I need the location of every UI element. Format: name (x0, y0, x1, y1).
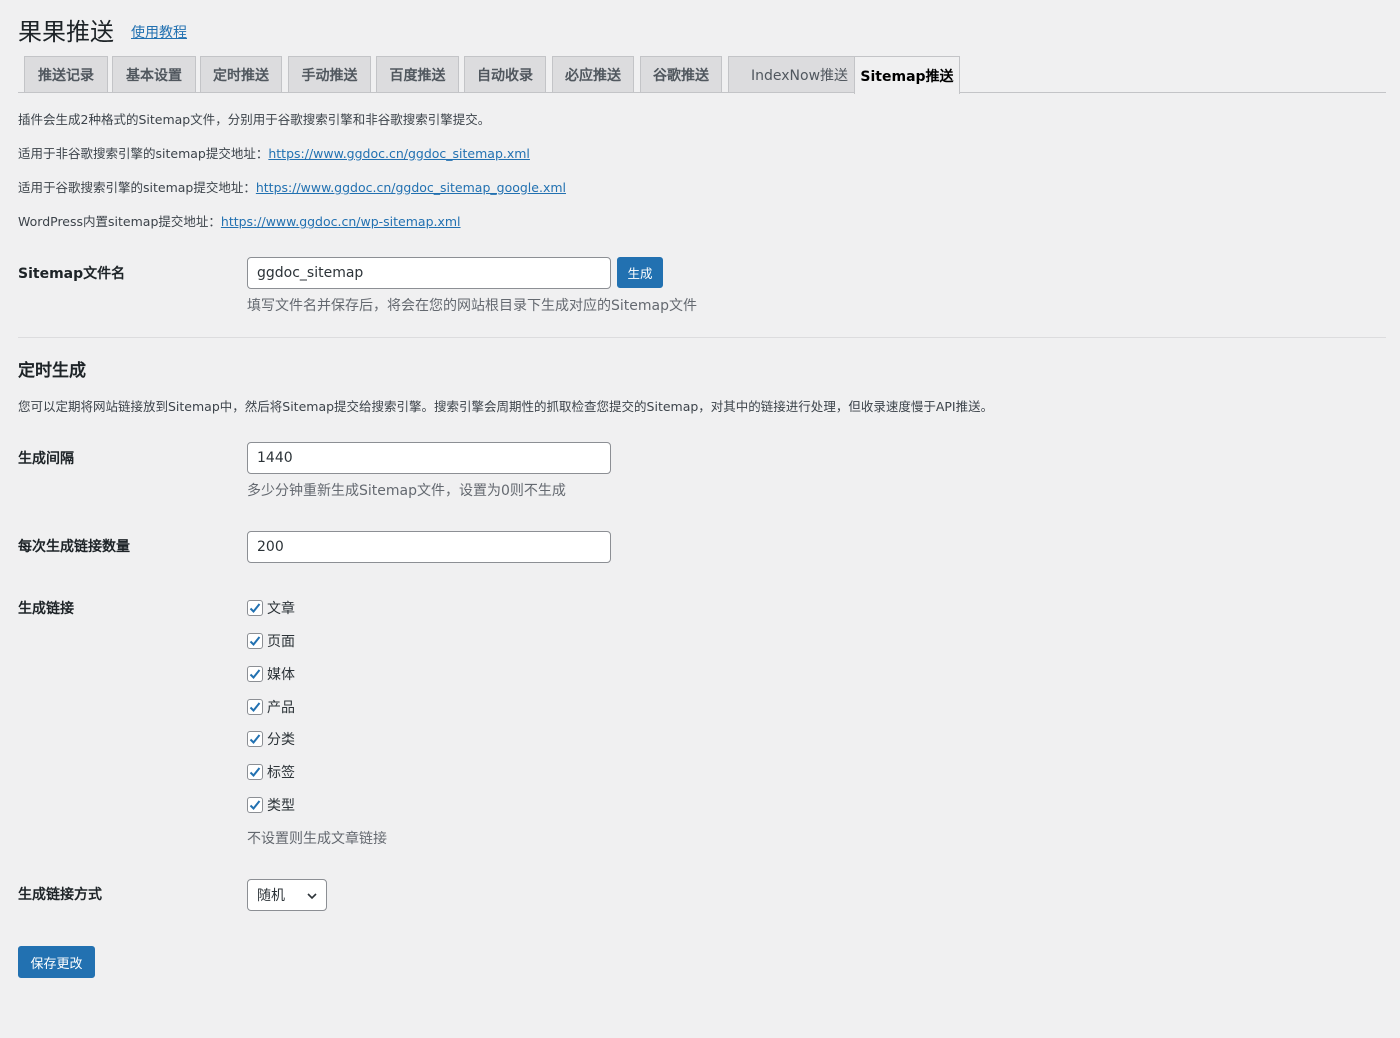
tab-sitemap-push[interactable]: Sitemap推送 (854, 56, 960, 94)
links-description: 不设置则生成文章链接 (247, 831, 387, 847)
checkbox-label: 媒体 (267, 667, 295, 683)
checkbox-page[interactable]: 页面 (247, 631, 295, 651)
link-mode-selected: 随机 (257, 888, 285, 904)
checkbox-label: 页面 (267, 634, 295, 650)
generate-button[interactable]: 生成 (617, 257, 663, 288)
checkbox-label: 类型 (267, 798, 295, 814)
checkbox-checked-icon[interactable] (247, 764, 263, 780)
info-google-label: 适用于谷歌搜索引擎的sitemap提交地址： (18, 180, 256, 195)
non-google-sitemap-link[interactable]: https://www.ggdoc.cn/ggdoc_sitemap.xml (268, 146, 530, 161)
checkbox-checked-icon[interactable] (247, 666, 263, 682)
tab-auto-index[interactable]: 自动收录 (464, 56, 546, 93)
tab-indexnow-push[interactable]: IndexNow推送 (728, 56, 871, 93)
checkbox-category[interactable]: 分类 (247, 729, 295, 749)
link-count-label: 每次生成链接数量 (18, 539, 130, 555)
interval-input[interactable]: 1440 (247, 442, 611, 474)
sitemap-name-label: Sitemap文件名 (18, 266, 126, 282)
checkbox-label: 产品 (267, 700, 295, 716)
link-mode-select[interactable]: 随机 (247, 879, 327, 911)
checkbox-label: 文章 (267, 601, 295, 617)
save-button[interactable]: 保存更改 (18, 946, 95, 978)
checkbox-checked-icon[interactable] (247, 633, 263, 649)
checkbox-type[interactable]: 类型 (247, 795, 295, 815)
tutorial-link[interactable]: 使用教程 (131, 22, 187, 42)
tab-baidu-push[interactable]: 百度推送 (376, 56, 459, 93)
checkbox-label: 标签 (267, 765, 295, 781)
tab-push-log[interactable]: 推送记录 (24, 56, 108, 93)
tab-bing-push[interactable]: 必应推送 (552, 56, 634, 93)
link-mode-label: 生成链接方式 (18, 887, 102, 903)
tab-manual-push[interactable]: 手动推送 (288, 56, 371, 93)
info-google-url: 适用于谷歌搜索引擎的sitemap提交地址：https://www.ggdoc.… (18, 177, 566, 196)
settings-page: 果果推送 使用教程 推送记录 基本设置 定时推送 手动推送 百度推送 自动收录 … (0, 0, 1400, 1038)
scheduled-description: 您可以定期将网站链接放到Sitemap中，然后将Sitemap提交给搜索引擎。搜… (18, 399, 994, 414)
tabs-divider (18, 92, 1386, 93)
info-formats: 插件会生成2种格式的Sitemap文件，分别用于谷歌搜索引擎和非谷歌搜索引擎提交… (18, 112, 491, 127)
generate-links-label: 生成链接 (18, 601, 74, 617)
interval-description: 多少分钟重新生成Sitemap文件，设置为0则不生成 (247, 483, 566, 499)
tab-google-push[interactable]: 谷歌推送 (640, 56, 722, 93)
wp-sitemap-link[interactable]: https://www.ggdoc.cn/wp-sitemap.xml (221, 214, 461, 229)
interval-label: 生成间隔 (18, 451, 74, 467)
checkbox-product[interactable]: 产品 (247, 697, 295, 717)
checkbox-checked-icon[interactable] (247, 600, 263, 616)
checkbox-checked-icon[interactable] (247, 699, 263, 715)
page-title: 果果推送 (18, 18, 114, 46)
checkbox-checked-icon[interactable] (247, 731, 263, 747)
tab-scheduled-push[interactable]: 定时推送 (200, 56, 282, 93)
checkbox-label: 分类 (267, 732, 295, 748)
google-sitemap-link[interactable]: https://www.ggdoc.cn/ggdoc_sitemap_googl… (256, 180, 566, 195)
section-divider (18, 337, 1386, 338)
info-wp-label: WordPress内置sitemap提交地址： (18, 214, 221, 229)
sitemap-name-input[interactable]: ggdoc_sitemap (247, 257, 611, 289)
checkbox-checked-icon[interactable] (247, 797, 263, 813)
info-non-google-label: 适用于非谷歌搜索引擎的sitemap提交地址： (18, 146, 269, 161)
checkbox-media[interactable]: 媒体 (247, 664, 295, 684)
info-non-google-url: 适用于非谷歌搜索引擎的sitemap提交地址：https://www.ggdoc… (18, 143, 530, 162)
chevron-down-icon (306, 890, 318, 906)
tab-basic-settings[interactable]: 基本设置 (112, 56, 196, 93)
checkbox-post[interactable]: 文章 (247, 598, 295, 618)
sitemap-name-description: 填写文件名并保存后，将会在您的网站根目录下生成对应的Sitemap文件 (247, 298, 697, 314)
info-wp-url: WordPress内置sitemap提交地址：https://www.ggdoc… (18, 211, 461, 230)
scheduled-section-title: 定时生成 (18, 361, 86, 381)
link-count-input[interactable]: 200 (247, 531, 611, 563)
checkbox-tag[interactable]: 标签 (247, 762, 295, 782)
